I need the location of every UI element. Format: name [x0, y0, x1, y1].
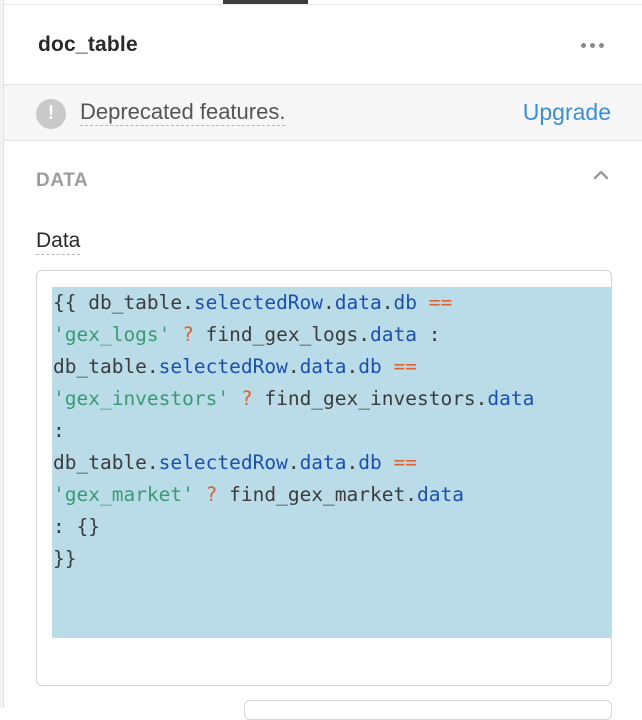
code-token: ==	[428, 291, 453, 314]
code-token: data	[299, 451, 347, 474]
code-content[interactable]: {{ db_table.selectedRow.data.db =='gex_l…	[53, 287, 534, 575]
code-token: db_table.	[53, 451, 159, 474]
upgrade-link[interactable]: Upgrade	[523, 99, 611, 126]
code-token: .	[381, 291, 394, 314]
code-token: ?	[182, 323, 194, 346]
code-line: 'gex_market' ? find_gex_market.data	[53, 479, 534, 511]
code-token: 'gex_logs'	[53, 323, 171, 346]
code-token: find_gex_market.	[217, 483, 417, 506]
code-token: db	[393, 291, 417, 314]
code-token: find_gex_investors.	[252, 387, 488, 410]
data-field-label[interactable]: Data	[36, 229, 81, 255]
code-token: find_gex_logs.	[193, 323, 371, 346]
code-line: 'gex_investors' ? find_gex_investors.dat…	[53, 383, 534, 415]
code-token: .	[346, 355, 359, 378]
code-token: ?	[240, 387, 253, 410]
exclamation-icon: !	[36, 99, 66, 129]
more-options-button[interactable]	[576, 33, 608, 57]
code-token: 'gex_investors'	[53, 387, 230, 410]
code-token: : {}	[53, 515, 100, 538]
code-line: }}	[53, 543, 534, 575]
code-line: :	[53, 415, 534, 447]
deprecation-message[interactable]: Deprecated features.	[80, 100, 286, 126]
component-name[interactable]: doc_table	[38, 33, 138, 57]
code-token: .	[323, 291, 335, 314]
code-line: : {}	[53, 511, 534, 543]
code-token: .	[346, 451, 359, 474]
code-token: selectedRow	[158, 451, 288, 474]
code-token: ?	[205, 483, 218, 506]
data-section-header[interactable]: DATA	[4, 150, 642, 210]
code-token: selectedRow	[158, 355, 288, 378]
code-token: selectedRow	[193, 291, 324, 314]
chevron-up-icon[interactable]	[590, 164, 612, 186]
code-token: :	[416, 323, 441, 346]
code-token: data	[370, 323, 417, 346]
code-line: {{ db_table.selectedRow.data.db ==	[53, 287, 534, 319]
code-token: db_table.	[53, 355, 159, 378]
data-code-editor[interactable]: {{ db_table.selectedRow.data.db =='gex_l…	[36, 270, 612, 686]
code-token: data	[416, 483, 464, 506]
code-token: .	[287, 451, 300, 474]
code-token: }}	[53, 547, 77, 570]
code-token: .	[287, 355, 300, 378]
code-token: data	[334, 291, 382, 314]
code-line: db_table.selectedRow.data.db ==	[53, 351, 534, 383]
deprecation-banner: ! Deprecated features. Upgrade	[4, 85, 642, 141]
code-token: 'gex_market'	[53, 483, 194, 506]
next-field-input[interactable]	[244, 700, 612, 720]
code-token: data	[299, 355, 347, 378]
code-line: db_table.selectedRow.data.db ==	[53, 447, 534, 479]
code-token: ==	[393, 355, 417, 378]
code-token: db	[358, 451, 382, 474]
code-token: db	[358, 355, 382, 378]
code-token: {{ db_table.	[53, 291, 194, 314]
code-line: 'gex_logs' ? find_gex_logs.data :	[53, 319, 534, 351]
code-token: :	[53, 419, 65, 442]
section-title: DATA	[36, 170, 89, 191]
inspector-header: doc_table	[4, 5, 642, 85]
more-horizontal-icon	[580, 42, 586, 48]
code-token: data	[487, 387, 535, 410]
code-token: ==	[393, 451, 417, 474]
